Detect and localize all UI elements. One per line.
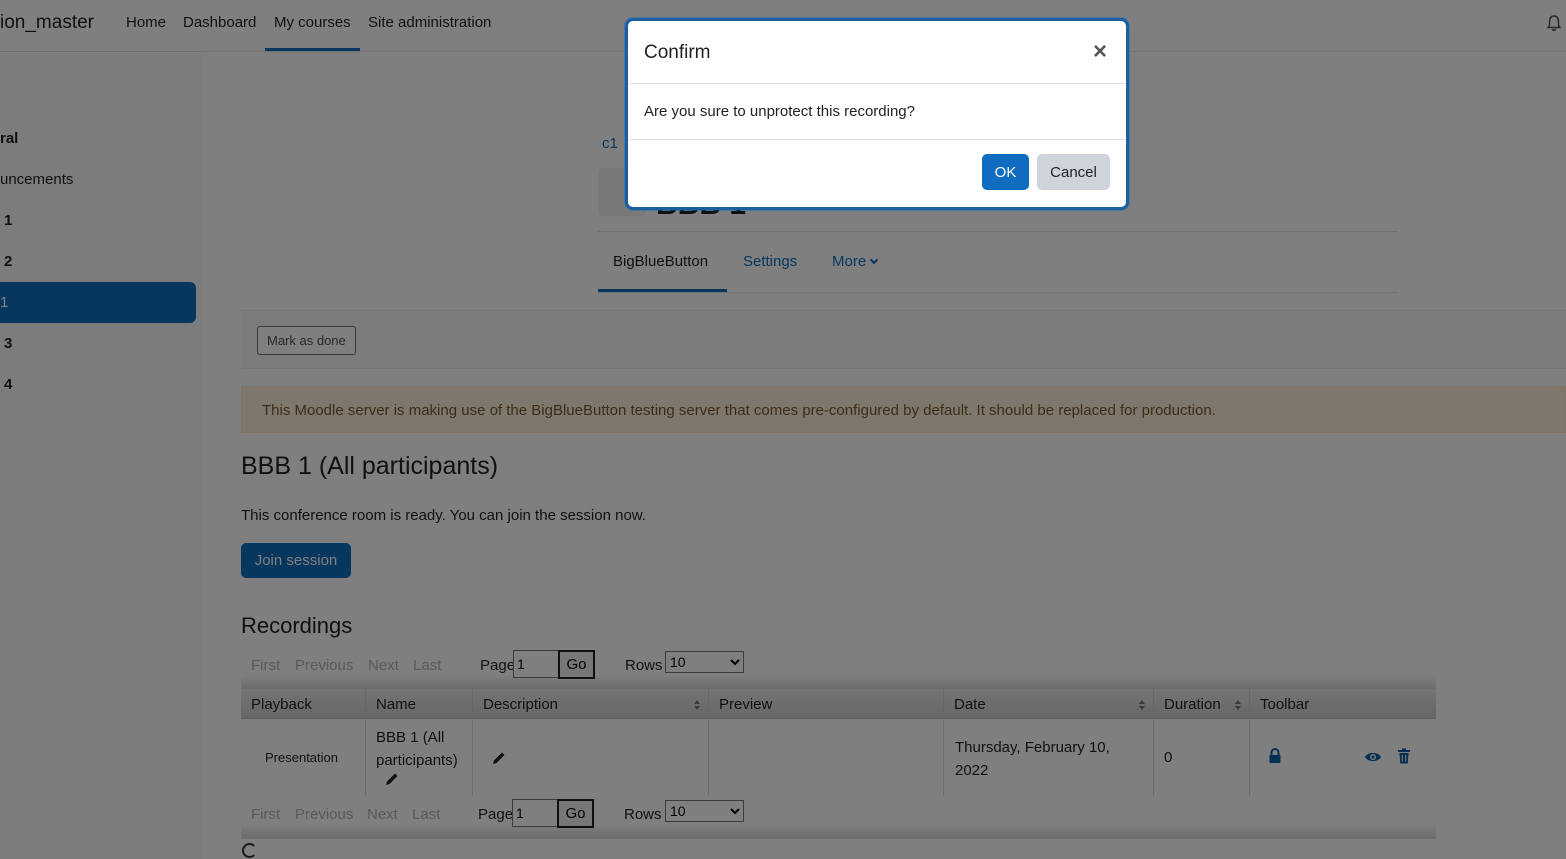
ok-button[interactable]: OK [982,154,1029,190]
cancel-button[interactable]: Cancel [1037,154,1110,190]
modal-message: Are you sure to unprotect this recording… [644,103,915,120]
close-icon[interactable]: × [1090,40,1110,64]
modal-title: Confirm [644,42,711,63]
modal-header: Confirm × [628,21,1126,84]
modal-body: Are you sure to unprotect this recording… [628,85,1126,140]
confirm-dialog: Confirm × Are you sure to unprotect this… [625,18,1129,210]
